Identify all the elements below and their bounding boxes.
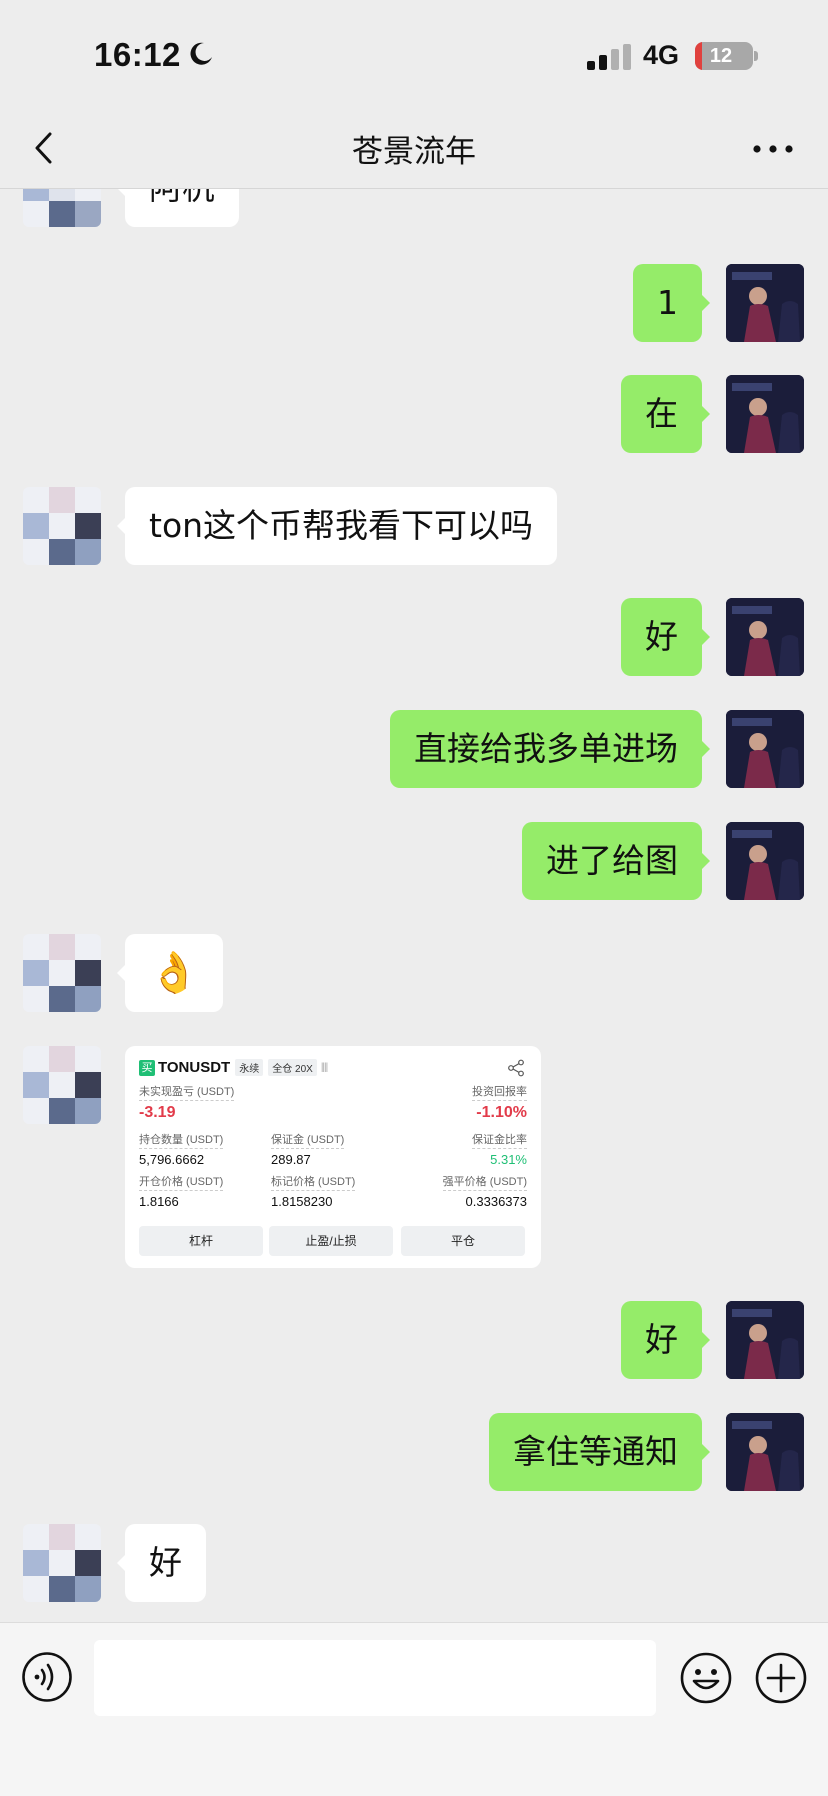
outgoing-message-bubble[interactable]: 直接给我多单进场	[390, 710, 710, 788]
pixelated-avatar-image	[23, 1046, 101, 1124]
my-avatar-image	[726, 375, 804, 453]
battery-level: 12	[709, 45, 733, 67]
battery-icon: 12	[695, 42, 753, 70]
my-avatar[interactable]	[726, 822, 804, 900]
unrealized-pnl: 未实现盈亏 (USDT) -3.19	[139, 1083, 235, 1122]
position-details: 未实现盈亏 (USDT) -3.19 投资回报率 -1.10% 持仓数量 (US…	[139, 1083, 527, 1209]
pixelated-avatar-image	[23, 189, 101, 227]
outgoing-message-bubble[interactable]: 1	[633, 264, 710, 342]
emoji-icon[interactable]	[679, 1651, 733, 1705]
margin-ratio: 保证金比率 5.31%	[472, 1131, 527, 1167]
signal-icon	[587, 44, 631, 70]
my-avatar[interactable]	[726, 1301, 804, 1379]
entry-price: 开仓价格 (USDT) 1.8166	[139, 1173, 224, 1209]
incoming-message-bubble[interactable]: ton这个币帮我看下可以吗	[116, 487, 558, 565]
my-avatar-image	[726, 1301, 804, 1379]
incoming-message-bubble[interactable]: 好	[117, 1524, 206, 1602]
outgoing-message-bubble[interactable]: 好	[621, 1301, 710, 1379]
my-avatar[interactable]	[726, 710, 804, 788]
leverage-button: 杠杆	[139, 1226, 263, 1256]
my-avatar-image	[726, 710, 804, 788]
margin-mode-tag: 全仓 20X	[268, 1059, 317, 1077]
position-screenshot-image[interactable]: 买 TONUSDT 永续 全仓 20X |||| 未实现盈亏 (USDT) -3.19 …	[125, 1046, 541, 1268]
my-avatar-image	[726, 822, 804, 900]
battery-tip	[754, 51, 758, 61]
pixelated-avatar-image	[23, 487, 101, 565]
my-avatar-image	[726, 598, 804, 676]
plus-icon[interactable]	[754, 1651, 808, 1705]
my-avatar[interactable]	[726, 264, 804, 342]
status-time: 16:12	[94, 36, 181, 73]
contact-avatar[interactable]	[23, 189, 101, 227]
my-avatar[interactable]	[726, 375, 804, 453]
roi: 投资回报率 -1.10%	[472, 1083, 527, 1122]
close-position-button: 平仓	[401, 1226, 525, 1256]
outgoing-message-bubble[interactable]: 在	[621, 375, 710, 453]
pixelated-avatar-image	[23, 1524, 101, 1602]
chat-header: 苍景流年	[0, 110, 828, 189]
chat-title: 苍景流年	[352, 134, 476, 170]
voice-icon[interactable]	[21, 1651, 73, 1703]
input-bar	[0, 1622, 828, 1796]
contact-avatar[interactable]	[23, 487, 101, 565]
my-avatar[interactable]	[726, 1413, 804, 1491]
signal-bars: ||||	[320, 1062, 328, 1074]
more-dots-icon[interactable]	[750, 134, 796, 164]
moon-icon	[190, 42, 212, 65]
position-header: 买 TONUSDT 永续 全仓 20X ||||	[139, 1059, 527, 1083]
margin: 保证金 (USDT) 289.87	[271, 1131, 345, 1167]
position-size: 持仓数量 (USDT) 5,796.6662	[139, 1131, 224, 1167]
tp-sl-button: 止盈/止损	[269, 1226, 393, 1256]
message-list[interactable]: 阿杭 1 在 ton这个币帮我看下可以吗 好 直接给我多单进场 进了给图 👌 买…	[0, 189, 828, 1622]
pixelated-avatar-image	[23, 934, 101, 1012]
contact-avatar[interactable]	[23, 1046, 101, 1124]
outgoing-message-bubble[interactable]: 进了给图	[522, 822, 710, 900]
incoming-emoji-bubble[interactable]: 👌	[117, 934, 223, 1012]
share-icon	[508, 1059, 524, 1077]
contact-avatar[interactable]	[23, 934, 101, 1012]
position-actions: 杠杆 止盈/止损 平仓	[139, 1226, 527, 1256]
message-input[interactable]	[94, 1640, 656, 1716]
incoming-message-bubble[interactable]: 阿杭	[117, 189, 239, 227]
my-avatar[interactable]	[726, 598, 804, 676]
perpetual-tag: 永续	[235, 1059, 264, 1077]
my-avatar-image	[726, 264, 804, 342]
contact-avatar[interactable]	[23, 1524, 101, 1602]
buy-tag: 买	[139, 1059, 155, 1076]
network-type: 4G	[643, 40, 680, 70]
my-avatar-image	[726, 1413, 804, 1491]
status-bar: 16:12 4G 12	[0, 0, 828, 110]
symbol-name: TONUSDT	[158, 1059, 231, 1077]
mark-price: 标记价格 (USDT) 1.8158230	[271, 1173, 356, 1209]
outgoing-message-bubble[interactable]: 好	[621, 598, 710, 676]
outgoing-message-bubble[interactable]: 拿住等通知	[489, 1413, 710, 1491]
liquidation-price: 强平价格 (USDT) 0.3336373	[442, 1173, 527, 1209]
